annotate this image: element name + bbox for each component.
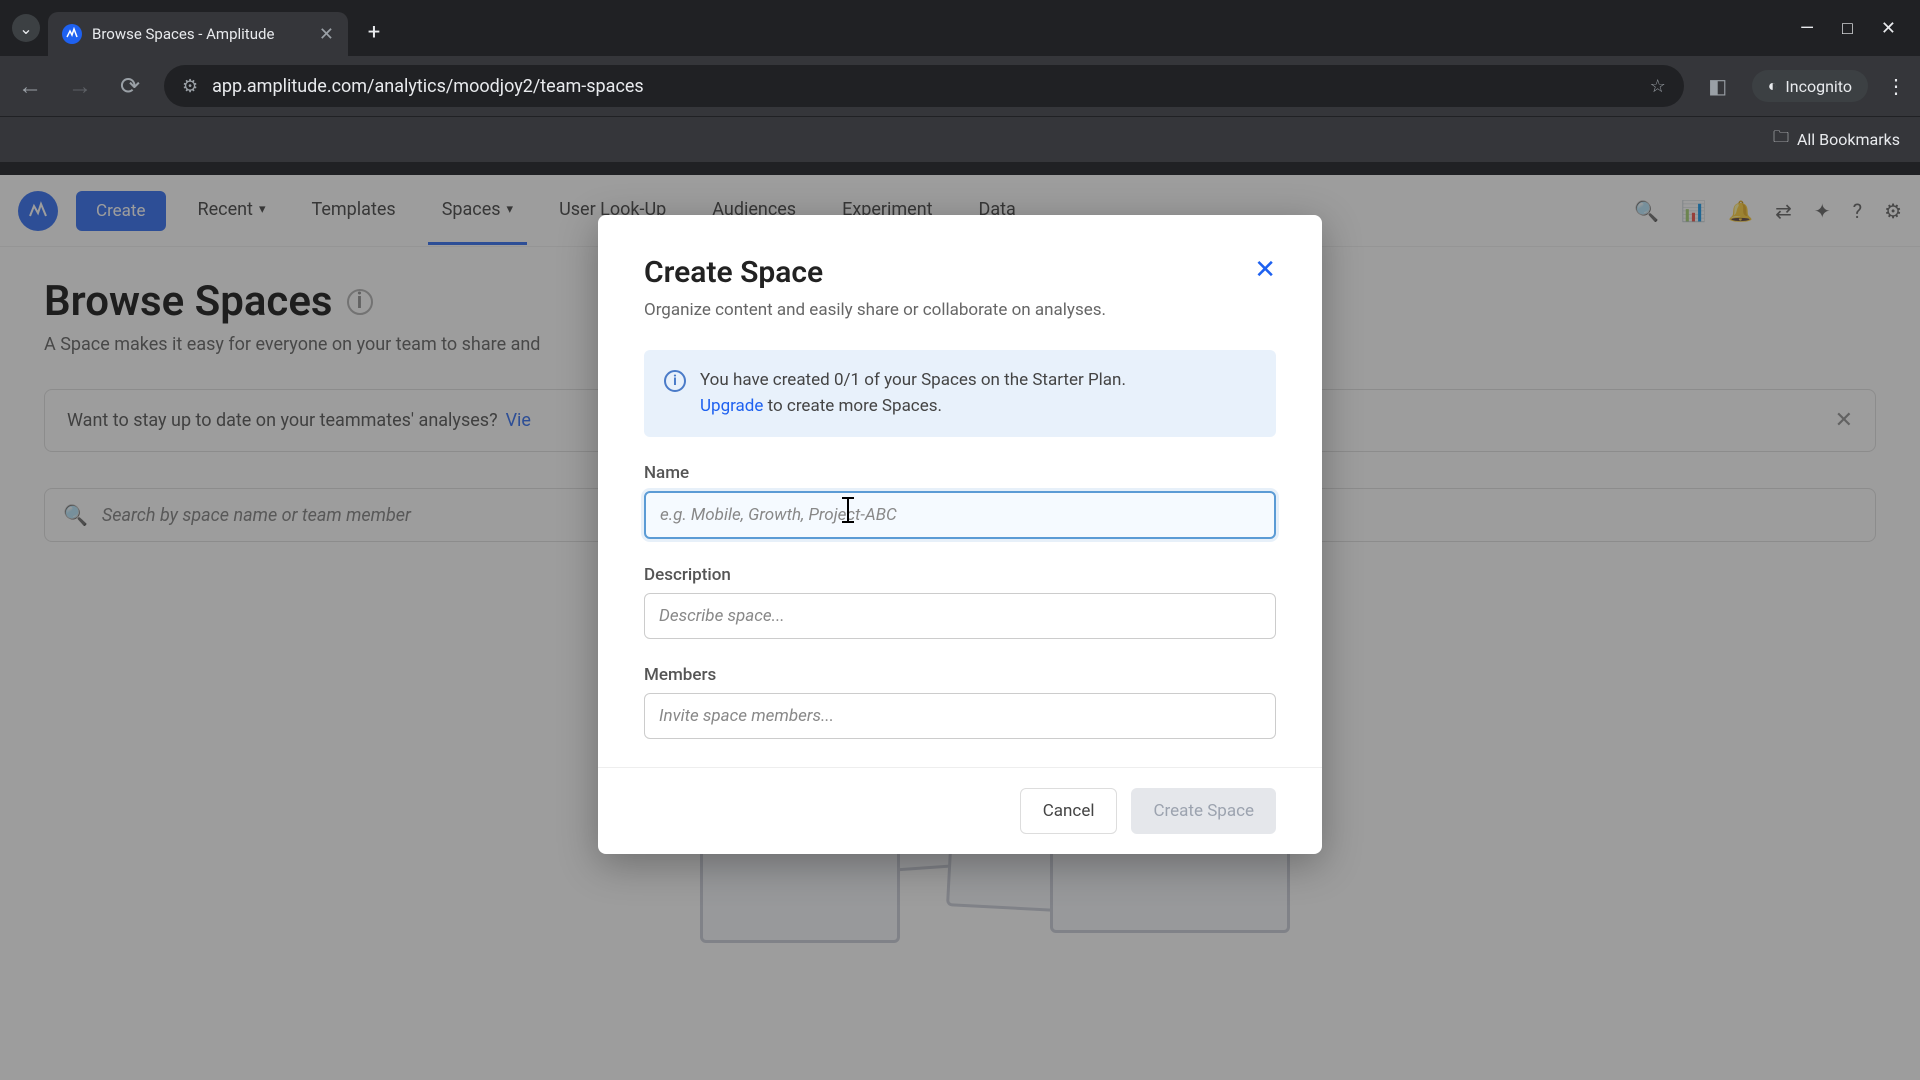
close-window-icon[interactable]: ✕	[1881, 18, 1896, 39]
side-panel-icon[interactable]: ◧	[1702, 74, 1734, 98]
create-space-button[interactable]: Create Space	[1131, 788, 1276, 834]
forward-button[interactable]: →	[64, 72, 96, 101]
window-controls: ― □ ✕	[1800, 18, 1908, 39]
tab-search-dropdown[interactable]: ⌄	[12, 14, 40, 42]
banner-text: You have created 0/1 of your Spaces on t…	[700, 370, 1126, 390]
name-label: Name	[644, 463, 1276, 483]
modal-subtitle: Organize content and easily share or col…	[644, 300, 1276, 320]
tab-close-icon[interactable]: ✕	[319, 24, 334, 45]
new-tab-button[interactable]: +	[356, 14, 392, 50]
name-input[interactable]	[644, 491, 1276, 539]
upgrade-banner: i You have created 0/1 of your Spaces on…	[644, 350, 1276, 437]
cancel-button[interactable]: Cancel	[1020, 788, 1118, 834]
banner-suffix: to create more Spaces.	[763, 396, 942, 416]
upgrade-link[interactable]: Upgrade	[700, 396, 763, 416]
chevron-down-icon: ⌄	[19, 19, 32, 38]
incognito-icon: ◐	[1768, 76, 1778, 96]
amplitude-favicon	[62, 24, 82, 44]
reload-button[interactable]: ⟳	[114, 72, 146, 100]
incognito-label: Incognito	[1785, 77, 1852, 96]
bookmark-star-icon[interactable]: ☆	[1650, 76, 1666, 97]
maximize-icon[interactable]: □	[1842, 18, 1853, 39]
tab-title: Browse Spaces - Amplitude	[92, 25, 274, 43]
url-field[interactable]: ⚙ app.amplitude.com/analytics/moodjoy2/t…	[164, 65, 1684, 107]
browser-chrome: ⌄ Browse Spaces - Amplitude ✕ + ― □ ✕ ← …	[0, 0, 1920, 175]
description-label: Description	[644, 565, 1276, 585]
members-input[interactable]	[644, 693, 1276, 739]
info-icon: i	[664, 370, 686, 392]
members-label: Members	[644, 665, 1276, 685]
modal-overlay[interactable]: Create Space ✕ Organize content and easi…	[0, 175, 1920, 1080]
incognito-badge[interactable]: ◐ Incognito	[1752, 70, 1868, 102]
site-settings-icon[interactable]: ⚙	[182, 76, 198, 97]
url-text: app.amplitude.com/analytics/moodjoy2/tea…	[212, 76, 644, 97]
create-space-modal: Create Space ✕ Organize content and easi…	[598, 215, 1322, 854]
modal-footer: Cancel Create Space	[598, 767, 1322, 854]
modal-title: Create Space	[644, 255, 823, 290]
url-bar: ← → ⟳ ⚙ app.amplitude.com/analytics/mood…	[0, 56, 1920, 116]
browser-menu-icon[interactable]: ⋮	[1886, 74, 1906, 98]
folder-icon: 🗀	[1773, 126, 1789, 153]
modal-close-icon[interactable]: ✕	[1254, 255, 1276, 285]
minimize-icon[interactable]: ―	[1800, 18, 1814, 39]
bookmark-bar: 🗀 All Bookmarks	[0, 116, 1920, 162]
all-bookmarks-button[interactable]: 🗀 All Bookmarks	[1773, 126, 1900, 153]
browser-tab[interactable]: Browse Spaces - Amplitude ✕	[48, 12, 348, 56]
description-input[interactable]	[644, 593, 1276, 639]
tab-bar: ⌄ Browse Spaces - Amplitude ✕ + ― □ ✕	[0, 0, 1920, 56]
back-button[interactable]: ←	[14, 72, 46, 101]
